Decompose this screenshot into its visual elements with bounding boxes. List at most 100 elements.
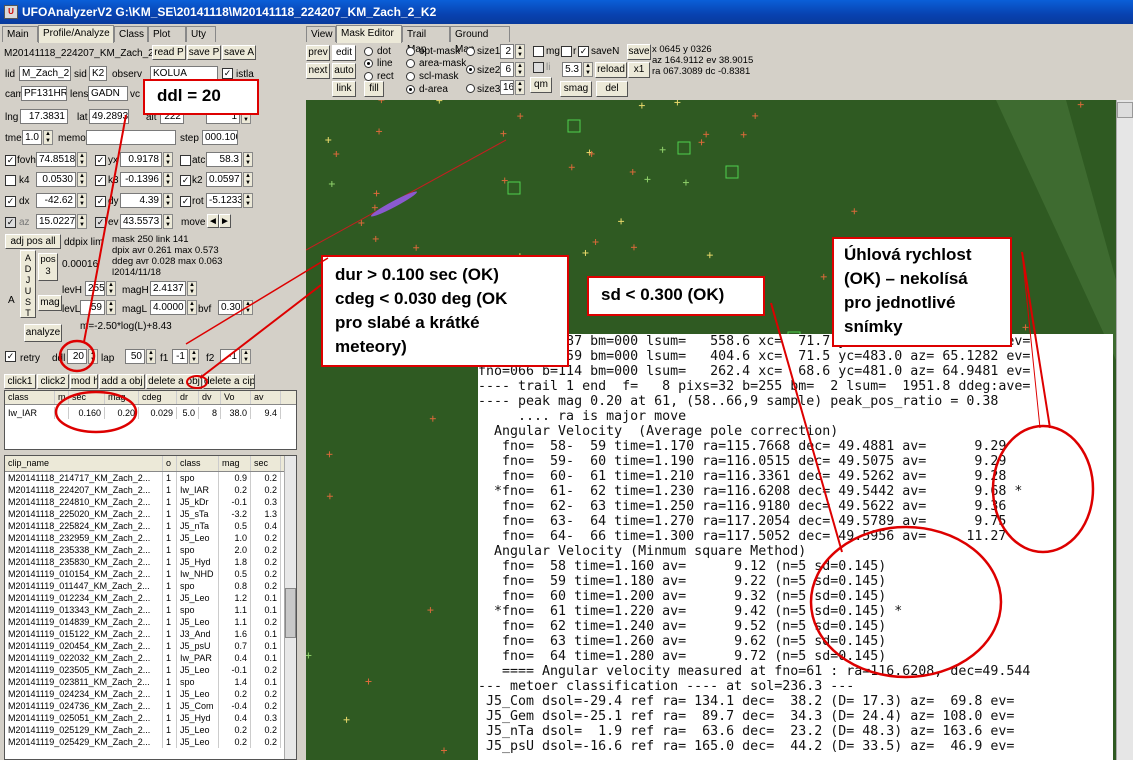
f1-spinner[interactable]: ▲ ▼ (189, 349, 199, 364)
f2-field[interactable]: -1 (220, 349, 240, 364)
dy-checkbox[interactable]: ✓ (95, 196, 106, 207)
clip-list-row[interactable]: M20141119_024234_KM_Zach_2... 1 J5_Leo 0.2 0… (5, 688, 296, 700)
clip-list-scrollbar[interactable] (284, 456, 296, 759)
clip-list-row[interactable]: M20141118_225020_KM_Zach_2... 1 J5_sTa -3.2… (5, 508, 296, 520)
k3-checkbox[interactable]: ✓ (95, 175, 106, 186)
link-button[interactable]: link (332, 81, 356, 97)
tab-plot[interactable]: Plot (148, 26, 186, 42)
k4-spinner[interactable]: ▲ ▼ (77, 172, 87, 187)
rot-spinner[interactable]: ▲ ▼ (243, 193, 253, 208)
lap-spinner[interactable]: ▲ ▼ (146, 349, 156, 364)
yx-field[interactable]: 0.9178 (120, 152, 162, 167)
threshold-spinner[interactable]: ▲ ▼ (583, 62, 593, 77)
click1-button[interactable]: click1 (4, 374, 36, 389)
clip-list-row[interactable]: M20141118_232959_KM_Zach_2... 1 J5_Leo 1.0 0… (5, 532, 296, 544)
read-profile-button[interactable]: read P (152, 45, 186, 60)
threshold-field[interactable]: 5.3 (562, 62, 582, 77)
click2-button[interactable]: click2 (37, 374, 69, 389)
size2-field[interactable]: 6 (500, 62, 514, 77)
retry-checkbox[interactable]: ✓ (5, 351, 16, 362)
opt-mask-radio[interactable] (406, 47, 415, 56)
adjust-button[interactable]: A D J U S T (20, 250, 36, 318)
dot-radio[interactable] (364, 47, 373, 56)
fovh-field[interactable]: 74.8518 (36, 152, 76, 167)
clip-list-row[interactable]: M20141118_235338_KM_Zach_2... 1 spo 2.0 0.2 (5, 544, 296, 556)
edit-button[interactable]: edit (332, 45, 356, 61)
mod-h-button[interactable]: mod h (70, 374, 98, 389)
tab-mask-editor[interactable]: Mask Editor (336, 25, 402, 43)
tab-trail-map[interactable]: Trail Map (402, 26, 450, 55)
tab-ground-map[interactable]: Ground Map (450, 26, 510, 55)
dy-spinner[interactable]: ▲ ▼ (163, 193, 173, 208)
clip-list-row[interactable]: M20141119_022032_KM_Zach_2... 1 Iw_PAR 0.4 0… (5, 652, 296, 664)
rot-field[interactable]: -5.1233 (206, 193, 242, 208)
f1-field[interactable]: -1 (172, 349, 188, 364)
clip-list-row[interactable]: M20141119_024736_KM_Zach_2... 1 J5_Com -0.4… (5, 700, 296, 712)
analyze-button[interactable]: analyze (24, 324, 62, 342)
magL-spinner[interactable]: ▲ ▼ (187, 300, 197, 315)
delete-clip-button[interactable]: delete a cip (203, 374, 255, 389)
tab-profile-analyze[interactable]: Profile/Analyze (38, 25, 114, 43)
clip-list-row[interactable]: M20141118_224810_KM_Zach_2... 1 J5_kDr -0.1… (5, 496, 296, 508)
area-mask-radio[interactable] (406, 59, 415, 68)
k4-checkbox[interactable] (5, 175, 16, 186)
tme-spinner[interactable]: ▲ ▼ (43, 130, 53, 145)
fovh-spinner[interactable]: ▲ ▼ (77, 152, 87, 167)
line-radio[interactable] (364, 59, 373, 68)
pos3-button[interactable]: pos 3 (38, 253, 58, 281)
save-analysis-button[interactable]: save A (222, 45, 256, 60)
k2-checkbox[interactable]: ✓ (180, 175, 191, 186)
yx-spinner[interactable]: ▲ ▼ (163, 152, 173, 167)
lng-field[interactable]: 17.3831 (20, 109, 68, 124)
tab-view[interactable]: View (306, 26, 336, 42)
size1-field[interactable]: 2 (500, 44, 514, 59)
size2-spinner[interactable]: ▲ ▼ (515, 62, 525, 77)
scl-mask-radio[interactable] (406, 72, 415, 81)
fovh-checkbox[interactable]: ✓ (5, 155, 16, 166)
size1-spinner[interactable]: ▲ ▼ (515, 44, 525, 59)
tab-main[interactable]: Main (2, 26, 38, 42)
dx-spinner[interactable]: ▲ ▼ (77, 193, 87, 208)
k2-field[interactable]: 0.0597 (206, 172, 242, 187)
clip-list-row[interactable]: M20141119_014839_KM_Zach_2... 1 J5_Leo 1.1 0… (5, 616, 296, 628)
rot-checkbox[interactable]: ✓ (180, 196, 191, 207)
f2-spinner[interactable]: ▲ ▼ (241, 349, 251, 364)
levH-field[interactable]: 255 (85, 281, 105, 296)
clip-list-row[interactable]: M20141118_225824_KM_Zach_2... 1 J5_nTa 0.5 0… (5, 520, 296, 532)
r-checkbox[interactable] (561, 46, 572, 57)
lat-field[interactable]: 49.2893 (89, 109, 129, 124)
levH-spinner[interactable]: ▲ ▼ (106, 281, 116, 296)
clip-list[interactable]: clip_name o class mag sec M20141118_2147… (4, 455, 297, 760)
zoom-x1-button[interactable]: x1 (628, 62, 650, 78)
tme-field[interactable]: 1.0 (22, 130, 42, 145)
move-right-button[interactable]: ► (219, 214, 231, 228)
clip-list-row[interactable]: M20141119_015122_KM_Zach_2... 1 J3_And 1.6 0… (5, 628, 296, 640)
az-checkbox[interactable]: ✓ (5, 217, 16, 228)
clip-list-row[interactable]: M20141119_010154_KM_Zach_2... 1 Iw_NHD 0.5 0… (5, 568, 296, 580)
li-checkbox[interactable] (533, 62, 544, 73)
k3-spinner[interactable]: ▲ ▼ (163, 172, 173, 187)
qm-button[interactable]: qm (530, 77, 552, 93)
size3-radio[interactable] (466, 84, 475, 93)
delete-obj-button[interactable]: delete a obj (146, 374, 202, 389)
save-profile-button[interactable]: save P (187, 45, 221, 60)
k3-field[interactable]: -0.1396 (120, 172, 162, 187)
magH-field[interactable]: 2.4137 (150, 281, 186, 296)
result-grid[interactable]: class m sec mag cdeg dr dv Vo av Iw_IAR … (4, 390, 297, 450)
next-button[interactable]: next (306, 63, 330, 79)
bvf-field[interactable]: 0.30 (218, 300, 242, 315)
clip-list-row[interactable]: M20141119_025051_KM_Zach_2... 1 J5_Hyd 0.4 0… (5, 712, 296, 724)
tab-uty[interactable]: Uty (186, 26, 216, 42)
add-obj-button[interactable]: add a obj (99, 374, 145, 389)
atc-spinner[interactable]: ▲ ▼ (243, 152, 253, 167)
reload-button[interactable]: reload (595, 62, 627, 78)
image-scrollbar[interactable] (1116, 100, 1133, 760)
clip-list-row[interactable]: M20141119_012234_KM_Zach_2... 1 J5_Leo 1.2 0… (5, 592, 296, 604)
fill-button[interactable]: fill (364, 81, 384, 97)
k4-field[interactable]: 0.0530 (36, 172, 76, 187)
size3-spinner[interactable]: ▲ ▼ (515, 80, 525, 95)
dx-field[interactable]: -42.62 (36, 193, 76, 208)
result-row[interactable]: Iw_IAR 0.160 0.20 0.029 5.0 8 38.0 9.4 (5, 407, 296, 419)
auto-button[interactable]: auto (332, 63, 356, 79)
clip-list-row[interactable]: M20141118_235830_KM_Zach_2... 1 J5_Hyd 1.8 0… (5, 556, 296, 568)
